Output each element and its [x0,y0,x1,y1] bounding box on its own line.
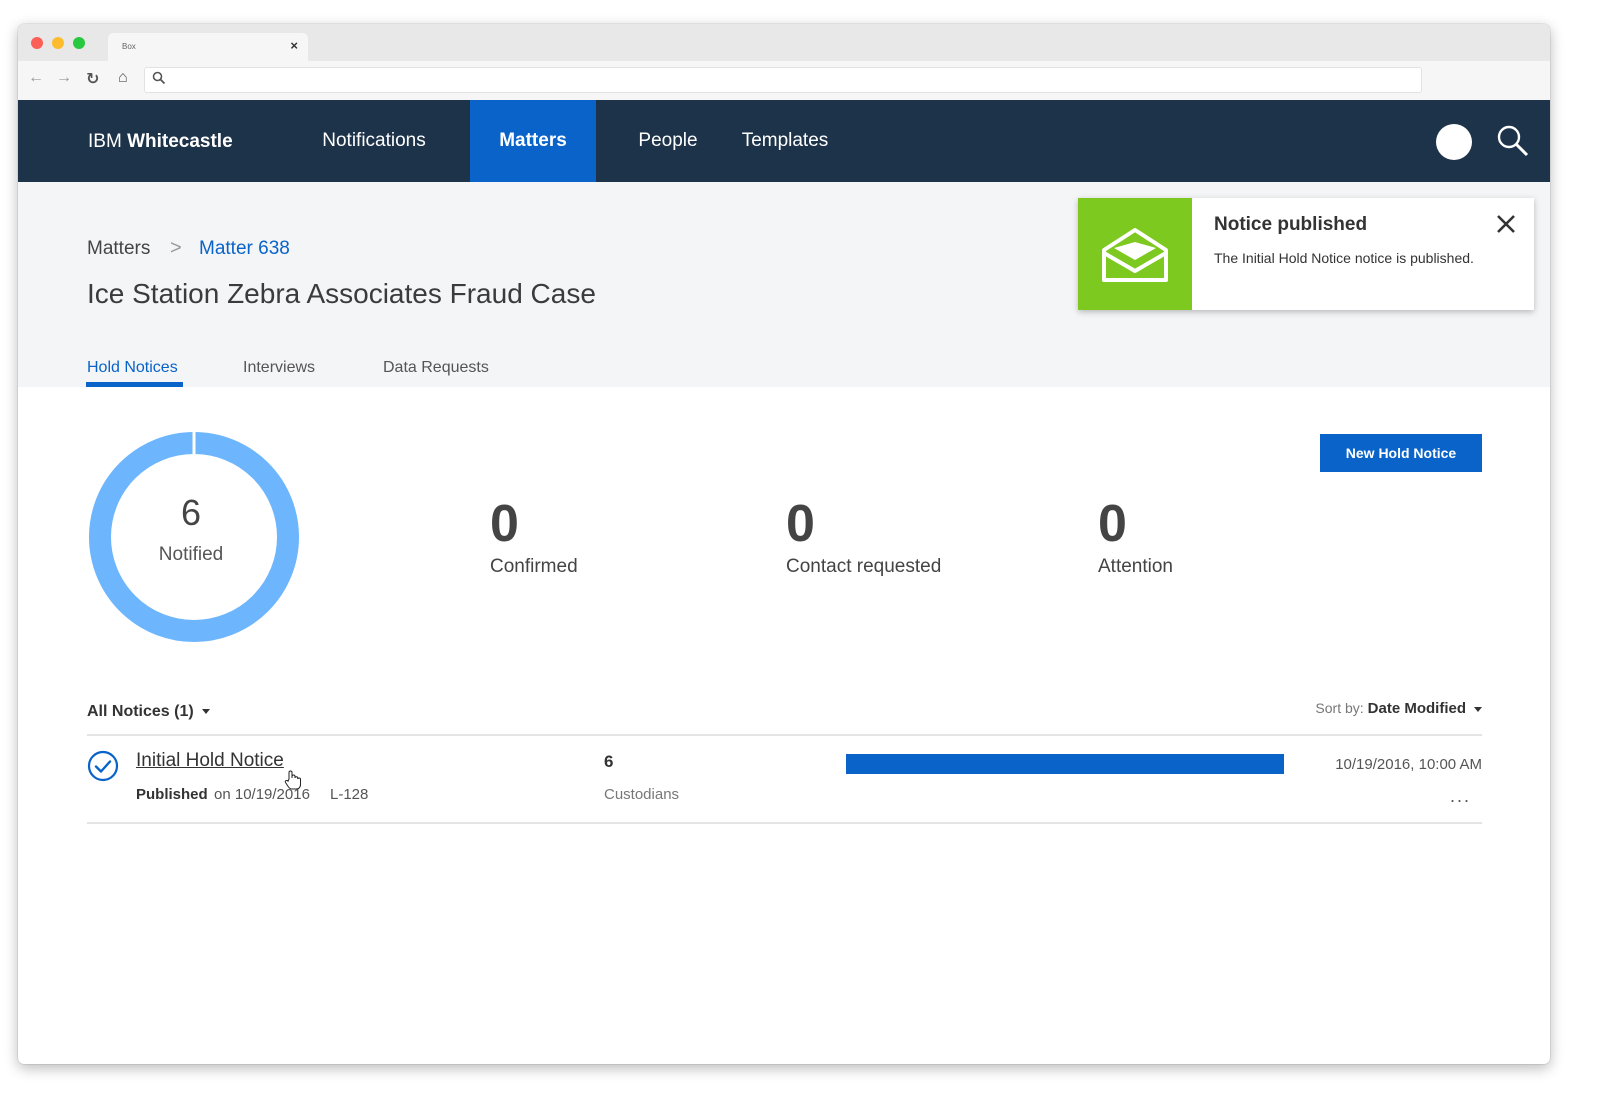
toast-message: The Initial Hold Notice notice is publis… [1214,250,1474,266]
page-title: Ice Station Zebra Associates Fraud Case [87,278,596,309]
notified-label: Notified [158,544,224,565]
address-search-icon [152,71,166,85]
sort-label: Sort by: [1315,700,1364,716]
nav-templates[interactable]: Templates [730,100,840,182]
notified-count: 6 [180,492,202,533]
confirmed-count: 0 [490,495,519,553]
toast-notification: Notice published The Initial Hold Notice… [1078,198,1534,310]
avatar[interactable] [1436,124,1472,160]
custodians-count: 6 [604,752,614,771]
list-divider-bottom [87,822,1482,824]
notified-donut-chart [89,431,299,642]
sort-caret-icon [1474,706,1482,712]
notices-filter-dropdown[interactable]: All Notices (1) [87,703,210,721]
brand-prefix: IBM [88,131,122,152]
new-hold-notice-button[interactable]: New Hold Notice [1320,434,1482,472]
brand-name: Whitecastle [127,131,233,152]
browser-chrome: Box × ← → ↻ ⌂ [18,24,1550,101]
tab-hold-notices[interactable]: Hold Notices [87,359,178,377]
tab-data-requests[interactable]: Data Requests [383,359,489,377]
envelope-open-icon [1102,228,1168,282]
caret-down-icon [201,709,210,715]
contact-requested-label: Contact requested [786,556,942,577]
breadcrumb-matters[interactable]: Matters [87,238,150,260]
custodians-label: Custodians [604,786,680,803]
browser-tab[interactable]: Box × [108,33,308,61]
browser-tab-title: Box [122,42,136,51]
list-divider-top [87,734,1482,736]
address-row: ← → ↻ ⌂ [18,61,1550,100]
sort-value: Date Modified [1367,700,1466,717]
attention-label: Attention [1098,556,1173,577]
notice-title-link[interactable]: Initial Hold Notice [136,750,284,772]
brand-logo[interactable]: IBM Whitecastle [88,131,233,153]
nav-matters[interactable]: Matters [470,100,596,182]
back-arrow-icon[interactable]: ← [28,69,44,87]
notice-modified-date: 10/19/2016, 10:00 AM [1335,756,1482,773]
close-window-button[interactable] [31,37,43,49]
nav-notifications[interactable]: Notifications [303,100,445,182]
nav-people[interactable]: People [622,100,714,182]
maximize-window-button[interactable] [73,37,85,49]
active-tab-indicator [86,382,183,387]
more-options-icon[interactable]: ... [1450,786,1471,807]
toast-icon-box [1078,198,1192,310]
filter-label: All Notices (1) [87,703,194,720]
address-bar[interactable] [144,67,1422,93]
close-icon[interactable] [1494,212,1518,236]
sort-dropdown[interactable]: Sort by: Date Modified [1315,700,1482,717]
reload-icon[interactable]: ↻ [86,69,99,89]
attention-count: 0 [1098,495,1127,553]
forward-arrow-icon[interactable]: → [56,69,72,87]
check-circle-icon [87,750,119,782]
notice-status: Published [136,786,208,803]
browser-window: Box × ← → ↻ ⌂ IBM Whitecastle Notificati… [18,24,1550,1064]
toast-title: Notice published [1214,214,1368,235]
breadcrumb-current[interactable]: Matter 638 [199,238,290,260]
contact-requested-count: 0 [786,495,815,553]
home-icon[interactable]: ⌂ [118,69,128,87]
search-icon[interactable] [1496,124,1530,158]
confirmed-label: Confirmed [490,556,578,577]
tab-close-icon[interactable]: × [290,38,298,53]
notice-reference: L-128 [330,786,369,803]
tab-interviews[interactable]: Interviews [243,359,315,377]
notice-progress-bar [846,754,1284,774]
app-header: IBM Whitecastle Notifications Matters Pe… [18,100,1550,182]
hand-cursor-icon [284,770,301,790]
minimize-window-button[interactable] [52,37,64,49]
notice-progress-fill [846,754,1284,774]
breadcrumb-chevron-icon: > [170,237,182,259]
